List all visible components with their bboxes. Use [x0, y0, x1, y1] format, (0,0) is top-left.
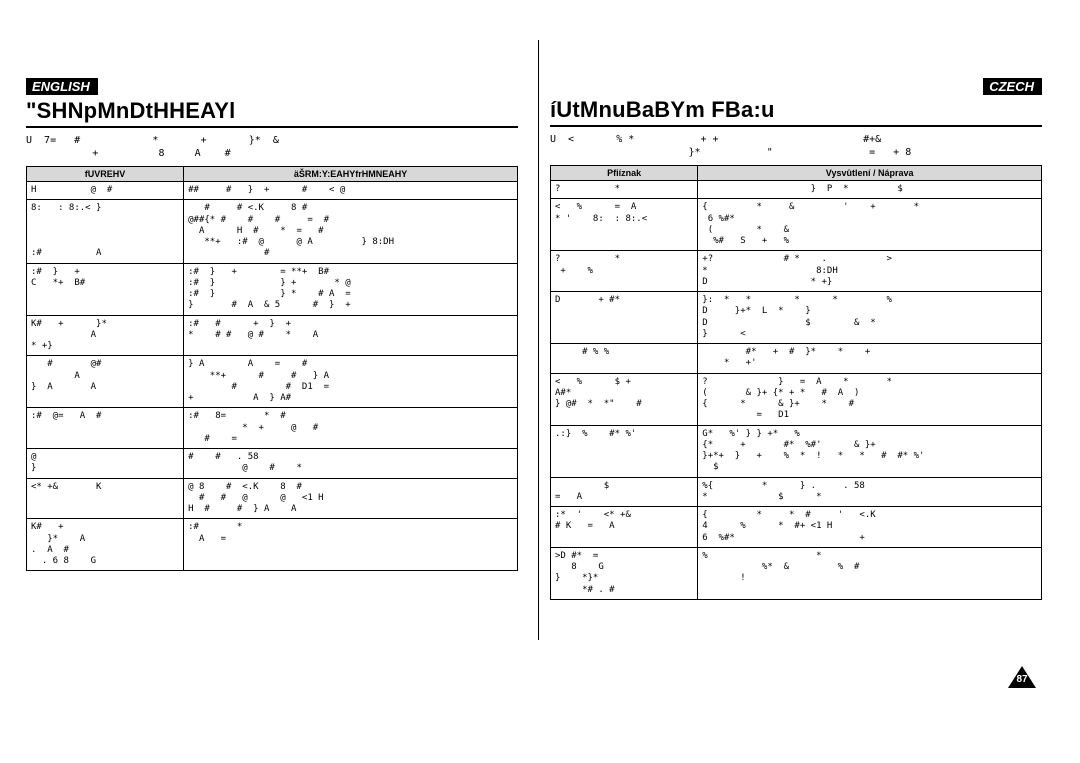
- table-row: ? * + %+? # * . > * 8:DH D * +}: [551, 251, 1042, 292]
- cell-symptom: :# } + C *+ B#: [27, 263, 184, 315]
- table-row: >D #* = 8 G } *}* *# . #% * %* & % # !: [551, 547, 1042, 599]
- cell-symptom: :# @= A #: [27, 408, 184, 449]
- table-right: Pfiíznak Vysvûtlení / Náprava ? * } P * …: [550, 165, 1042, 600]
- rule-left: [26, 126, 518, 128]
- lang-badge-english: ENGLISH: [26, 78, 98, 95]
- cell-remedy: % * %* & % # !: [698, 547, 1042, 599]
- cell-symptom: .:} % #* %': [551, 425, 698, 477]
- cell-remedy: }: * * * * % D }+* L * } D $ & * } <: [698, 292, 1042, 344]
- table-row: # @# A } A A} A A = # **+ # # } A # # D1…: [27, 356, 518, 408]
- cell-symptom: D + #*: [551, 292, 698, 344]
- cell-remedy: #* + # }* * + * +': [698, 344, 1042, 374]
- cell-symptom: >D #* = 8 G } *}* *# . #: [551, 547, 698, 599]
- cell-symptom: < % $ + A#* } @# * *" #: [551, 373, 698, 425]
- cell-remedy: :# * A =: [184, 519, 518, 571]
- table-row: $ = A%{ * } . . 58 * $ *: [551, 477, 1042, 507]
- table-row: :# } + C *+ B#:# } + = **+ B# :# } } + *…: [27, 263, 518, 315]
- table-row: H @ # ## # } + # < @: [27, 182, 518, 200]
- table-row: D + #*}: * * * * % D }+* L * } D $ & * }…: [551, 292, 1042, 344]
- lang-badge-czech: CZECH: [983, 78, 1042, 95]
- cell-remedy: :# 8= * # * + @ # # =: [184, 408, 518, 449]
- cell-remedy: @ 8 # <.K 8 # # # @ @ <1 H H # # } A A: [184, 478, 518, 519]
- table-row: :# @= A #:# 8= * # * + @ # # =: [27, 408, 518, 449]
- cell-remedy: { * * # ' <.K 4 % * #+ <1 H 6 %#* +: [698, 507, 1042, 548]
- intro-right: U < % * + + #+& }* " = + 8: [550, 133, 1042, 159]
- intro-left: U 7= # * + }* & + 8 A #: [26, 134, 518, 160]
- table-left: fUVREHV äŠRM:Y:EAHYfrHMNEAHY H @ # ## # …: [26, 166, 518, 571]
- right-column: CZECH íUtMnuBaBYm FBa:u U < % * + + #+& …: [534, 78, 1042, 600]
- table-row: K# + }* A * +}:# # + } + * # # @ # * A: [27, 315, 518, 356]
- cell-symptom: <* +& K: [27, 478, 184, 519]
- cell-remedy: } A A = # **+ # # } A # # D1 = + A } A#: [184, 356, 518, 408]
- table-row: 8: : 8:.< } :# A # # <.K 8 # @##{* # # #…: [27, 200, 518, 263]
- cell-symptom: K# + }* A * +}: [27, 315, 184, 356]
- cell-symptom: @ }: [27, 449, 184, 479]
- cell-symptom: :* ' <* +& # K = A: [551, 507, 698, 548]
- page-content: ENGLISH "SHNpMnDtHHEAYl U 7= # * + }* & …: [0, 0, 1080, 600]
- table-row: < % $ + A#* } @# * *" #? } = A * * ( & }…: [551, 373, 1042, 425]
- cell-remedy: { * & ' + * 6 %#* ( * & %# S + %: [698, 199, 1042, 251]
- title-right: íUtMnuBaBYm FBa:u: [550, 97, 1042, 123]
- cell-remedy: :# # + } + * # # @ # * A: [184, 315, 518, 356]
- table-row: :* ' <* +& # K = A{ * * # ' <.K 4 % * #+…: [551, 507, 1042, 548]
- cell-symptom: K# + }* A . A # . 6 8 G: [27, 519, 184, 571]
- table-row: .:} % #* %'G* %' } } +* % {* + #* %#' & …: [551, 425, 1042, 477]
- th-right-symptom: Pfiíznak: [551, 166, 698, 181]
- cell-symptom: < % = A * ' 8: : 8:.<: [551, 199, 698, 251]
- cell-remedy: %{ * } . . 58 * $ *: [698, 477, 1042, 507]
- table-row: @ }# # . 58 @ # *: [27, 449, 518, 479]
- table-row: K# + }* A . A # . 6 8 G:# * A =: [27, 519, 518, 571]
- rule-right: [550, 125, 1042, 127]
- cell-symptom: # @# A } A A: [27, 356, 184, 408]
- cell-symptom: $ = A: [551, 477, 698, 507]
- cell-remedy: G* %' } } +* % {* + #* %#' & }+ }+*+ } +…: [698, 425, 1042, 477]
- cell-remedy: # # <.K 8 # @##{* # # # = # A H # * = # …: [184, 200, 518, 263]
- cell-remedy: ? } = A * * ( & }+ {* + * # A ) { * & }+…: [698, 373, 1042, 425]
- cell-remedy: :# } + = **+ B# :# } } + * @ :# } } * # …: [184, 263, 518, 315]
- th-left-remedy: äŠRM:Y:EAHYfrHMNEAHY: [184, 167, 518, 182]
- cell-symptom: # % %: [551, 344, 698, 374]
- title-left: "SHNpMnDtHHEAYl: [26, 98, 518, 124]
- cell-remedy: ## # } + # < @: [184, 182, 518, 200]
- cell-remedy: } P * $: [698, 181, 1042, 199]
- left-column: ENGLISH "SHNpMnDtHHEAYl U 7= # * + }* & …: [26, 78, 534, 600]
- th-left-symptom: fUVREHV: [27, 167, 184, 182]
- table-row: ? * } P * $: [551, 181, 1042, 199]
- table-row: < % = A * ' 8: : 8:.<{ * & ' + * 6 %#* (…: [551, 199, 1042, 251]
- table-row: <* +& K@ 8 # <.K 8 # # # @ @ <1 H H # # …: [27, 478, 518, 519]
- cell-symptom: ? * + %: [551, 251, 698, 292]
- table-row: # % % #* + # }* * + * +': [551, 344, 1042, 374]
- th-right-remedy: Vysvûtlení / Náprava: [698, 166, 1042, 181]
- cell-remedy: # # . 58 @ # *: [184, 449, 518, 479]
- cell-symptom: ? *: [551, 181, 698, 199]
- cell-symptom: 8: : 8:.< } :# A: [27, 200, 184, 263]
- cell-symptom: H @ #: [27, 182, 184, 200]
- cell-remedy: +? # * . > * 8:DH D * +}: [698, 251, 1042, 292]
- page-number: 87: [1008, 674, 1036, 685]
